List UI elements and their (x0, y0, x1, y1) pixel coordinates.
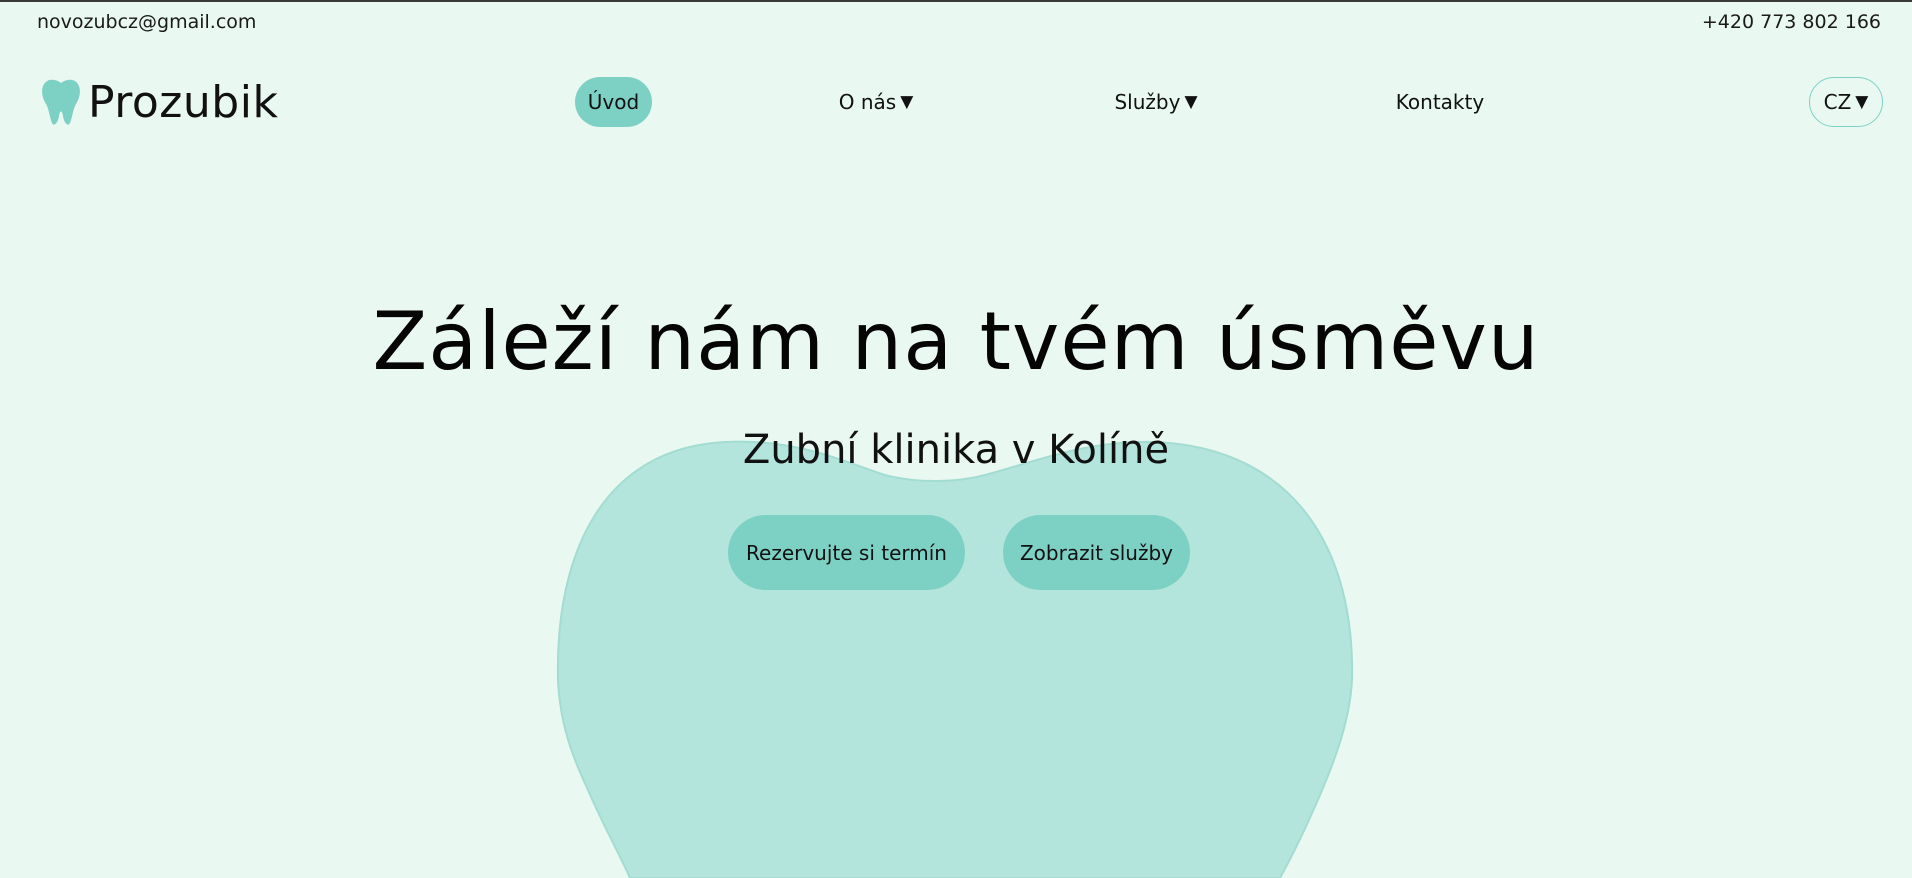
nav-item-home[interactable]: Úvod (575, 77, 652, 127)
nav-contacts-label: Kontakty (1395, 90, 1485, 114)
hero-subtitle: Zubní klinika v Kolíně (742, 427, 1170, 473)
contact-bar: novozubcz@gmail.com +420 773 802 166 (0, 2, 1912, 40)
email-link[interactable]: novozubcz@gmail.com (37, 11, 256, 33)
tooth-background-shape (556, 440, 1354, 878)
tooth-icon (42, 79, 80, 125)
nav-item-services[interactable]: Služby ▼ (1098, 77, 1214, 127)
view-services-button[interactable]: Zobrazit služby (1003, 515, 1190, 590)
nav-home-label: Úvod (587, 90, 640, 114)
logo[interactable]: Prozubik (40, 76, 278, 128)
language-label: CZ (1823, 90, 1852, 114)
nav-about-label: O nás (838, 90, 897, 114)
chevron-down-icon: ▼ (1184, 92, 1198, 112)
nav-item-contacts[interactable]: Kontakty (1380, 77, 1500, 127)
phone-link[interactable]: +420 773 802 166 (1702, 11, 1881, 33)
nav-services-label: Služby (1114, 90, 1181, 114)
logo-text: Prozubik (88, 76, 279, 128)
language-selector[interactable]: CZ ▼ (1809, 77, 1883, 127)
book-appointment-button[interactable]: Rezervujte si termín (728, 515, 965, 590)
chevron-down-icon: ▼ (900, 92, 914, 112)
hero-title: Záleží nám na tvém úsměvu (372, 295, 1540, 388)
chevron-down-icon: ▼ (1855, 92, 1869, 112)
nav-item-about[interactable]: O nás ▼ (818, 77, 934, 127)
